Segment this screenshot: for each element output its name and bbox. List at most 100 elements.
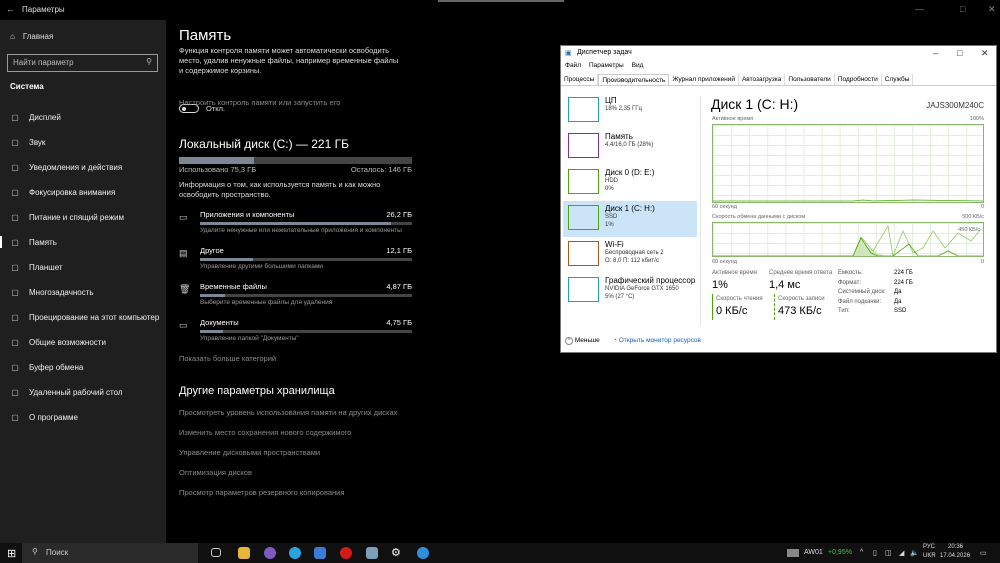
sidebar-item[interactable]: ▢ Многозадачность xyxy=(0,281,166,303)
sidebar-item-label: Фокусировка внимания xyxy=(29,187,116,197)
lang-secondary[interactable]: UKR xyxy=(923,553,936,559)
meet-icon[interactable]: ◫ xyxy=(885,549,892,557)
menu-item[interactable]: Параметры xyxy=(589,62,624,69)
resource-name: Диск 1 (C: H:) xyxy=(605,204,655,213)
sidebar-item[interactable]: ▢ Общие возможности xyxy=(0,331,166,353)
sidebar-item[interactable]: ▢ Звук xyxy=(0,131,166,153)
tablet-icon[interactable]: ▯ xyxy=(873,549,877,557)
taskbar-search[interactable]: ⚲ Поиск xyxy=(22,543,198,563)
viber-icon[interactable] xyxy=(264,547,276,559)
lang-primary[interactable]: РУС xyxy=(923,544,935,550)
tab[interactable]: Процессы xyxy=(561,74,599,85)
write-label: Скорость записи xyxy=(778,296,825,302)
opera-icon[interactable] xyxy=(340,547,352,559)
resource-monitor-link[interactable]: ◔ Открыть монитор ресурсов xyxy=(613,337,701,344)
category-bar xyxy=(200,258,412,261)
storage-category[interactable]: ▭ Документы 4,75 ГБ Управление папкой "Доку… xyxy=(179,318,412,348)
intro-text: Функция контроля памяти может автоматиче… xyxy=(179,46,399,75)
edge-icon[interactable] xyxy=(417,547,429,559)
search-input[interactable]: Найти параметр ⚲ xyxy=(7,54,158,72)
storage-category[interactable]: ▭ Приложения и компоненты 26,2 ГБ Удалите н… xyxy=(179,210,412,240)
fewer-details-button[interactable]: ^ Меньше xyxy=(565,337,600,345)
read-value: 0 КБ/с xyxy=(716,305,748,317)
resource-item[interactable]: Память 4,4/16,0 ГБ (28%) xyxy=(563,129,697,165)
maximize-button[interactable]: □ xyxy=(960,4,965,14)
notifications-icon[interactable]: ▭ xyxy=(980,549,987,557)
graph1-time: 60 секунд xyxy=(712,204,737,210)
start-button[interactable]: ⊞ xyxy=(7,547,16,560)
wifi-icon[interactable]: ◢ xyxy=(899,549,904,557)
close-button[interactable]: ✕ xyxy=(988,4,996,15)
task-view-icon[interactable] xyxy=(211,548,221,557)
power-icon: ▢ xyxy=(11,212,19,222)
clock-date[interactable]: 17.04.2026 xyxy=(940,553,970,559)
resource-detail: Беспроводная сеть 2 xyxy=(605,250,664,256)
resp-label: Среднее время ответа xyxy=(769,270,833,276)
storage-category[interactable]: ▤ Другое 12,1 ГБ Управление другими большим… xyxy=(179,246,412,276)
resource-name: Графический процессор xyxy=(605,276,696,285)
storage-link[interactable]: Оптимизация дисков xyxy=(179,468,252,477)
prop-label: Файл подкачки: xyxy=(838,298,882,305)
stock-icon xyxy=(787,549,799,557)
clock-time[interactable]: 20:36 xyxy=(948,544,963,550)
menu-item[interactable]: Вид xyxy=(632,62,644,69)
tm-maximize-button[interactable]: □ xyxy=(957,48,962,58)
tab[interactable]: Подробности xyxy=(835,74,882,85)
sidebar-item[interactable]: ▢ Планшет xyxy=(0,256,166,278)
task-manager-taskbar-icon[interactable] xyxy=(366,547,378,559)
sidebar-item[interactable]: ▢ Дисплей xyxy=(0,106,166,128)
sidebar-item-label: Общие возможности xyxy=(29,337,106,347)
notification-icon: ▢ xyxy=(11,162,19,172)
stock-name[interactable]: AW01 xyxy=(804,549,823,556)
sidebar-item[interactable]: ▢ О программе xyxy=(0,406,166,428)
category-bar xyxy=(200,294,412,297)
resource-detail: 18% 2,35 ГГц xyxy=(605,106,642,112)
tab[interactable]: Пользователи xyxy=(785,74,835,85)
sidebar-item[interactable]: ▢ Проецирование на этот компьютер xyxy=(0,306,166,328)
search-icon: ⚲ xyxy=(146,57,152,66)
sidebar-item[interactable]: ▢ Память xyxy=(0,231,166,253)
menu-item[interactable]: Файл xyxy=(565,62,581,69)
sidebar-item[interactable]: ▢ Фокусировка внимания xyxy=(0,181,166,203)
active-value: 1% xyxy=(712,279,728,291)
resource-item[interactable]: Диск 1 (C: H:) SSD 1% xyxy=(563,201,697,237)
tab[interactable]: Автозагрузка xyxy=(739,74,786,85)
tab[interactable]: Журнал приложений xyxy=(669,74,739,85)
tab[interactable]: Производительность xyxy=(598,74,670,85)
tm-minimize-button[interactable]: – xyxy=(933,48,938,58)
configure-link[interactable]: Настроить контроль памяти или запустить … xyxy=(179,98,340,107)
storage-category[interactable]: 🗑 Временные файлы 4,87 ГБ Выберите временны… xyxy=(179,282,412,312)
category-name: Другое xyxy=(200,246,224,255)
settings-taskbar-icon[interactable]: ⚙ xyxy=(391,546,403,559)
file-explorer-icon[interactable] xyxy=(238,547,250,559)
task-manager-icon: ▣ xyxy=(565,50,572,57)
sidebar-item-label: Буфер обмена xyxy=(29,362,84,372)
category-size: 4,75 ГБ xyxy=(386,318,412,327)
volume-icon[interactable]: 🔈 xyxy=(910,549,919,557)
sidebar-item[interactable]: ▢ Удаленный рабочий стол xyxy=(0,381,166,403)
resource-item[interactable]: Диск 0 (D: E:) HDD 0% xyxy=(563,165,697,201)
telegram-icon[interactable] xyxy=(289,547,301,559)
tab[interactable]: Службы xyxy=(882,74,914,85)
resource-item[interactable]: Wi-Fi Беспроводная сеть 2 О: 8,0 П: 112 кб… xyxy=(563,237,697,273)
transfer-read-line xyxy=(713,237,983,256)
resource-item[interactable]: Графический процессор NVIDIA GeForce GTX … xyxy=(563,273,697,309)
network-app-icon[interactable] xyxy=(314,547,326,559)
resource-thumbnail xyxy=(568,205,599,230)
back-icon[interactable]: ← xyxy=(6,4,15,14)
storage-link[interactable]: Просмотр параметров резервного копирован… xyxy=(179,488,344,497)
show-more-link[interactable]: Показать больше категорий xyxy=(179,354,276,363)
sidebar-item[interactable]: ▢ Питание и спящий режим xyxy=(0,206,166,228)
chevron-up-icon[interactable]: ^ xyxy=(860,549,863,556)
storage-link[interactable]: Изменить место сохранения нового содержи… xyxy=(179,428,351,437)
storage-link[interactable]: Просмотреть уровень использования памяти… xyxy=(179,408,397,417)
sidebar-item[interactable]: ▢ Буфер обмена xyxy=(0,356,166,378)
graph2-time: 60 секунд xyxy=(712,259,737,265)
storage-link[interactable]: Управление дисковыми пространствами xyxy=(179,448,320,457)
tm-close-button[interactable]: ✕ xyxy=(981,48,989,59)
sidebar-item[interactable]: ▢ Уведомления и действия xyxy=(0,156,166,178)
resource-name: ЦП xyxy=(605,96,617,105)
minimize-button[interactable]: — xyxy=(915,4,924,14)
nav-home[interactable]: ⌂ Главная xyxy=(10,32,53,41)
resource-item[interactable]: ЦП 18% 2,35 ГГц xyxy=(563,93,697,129)
